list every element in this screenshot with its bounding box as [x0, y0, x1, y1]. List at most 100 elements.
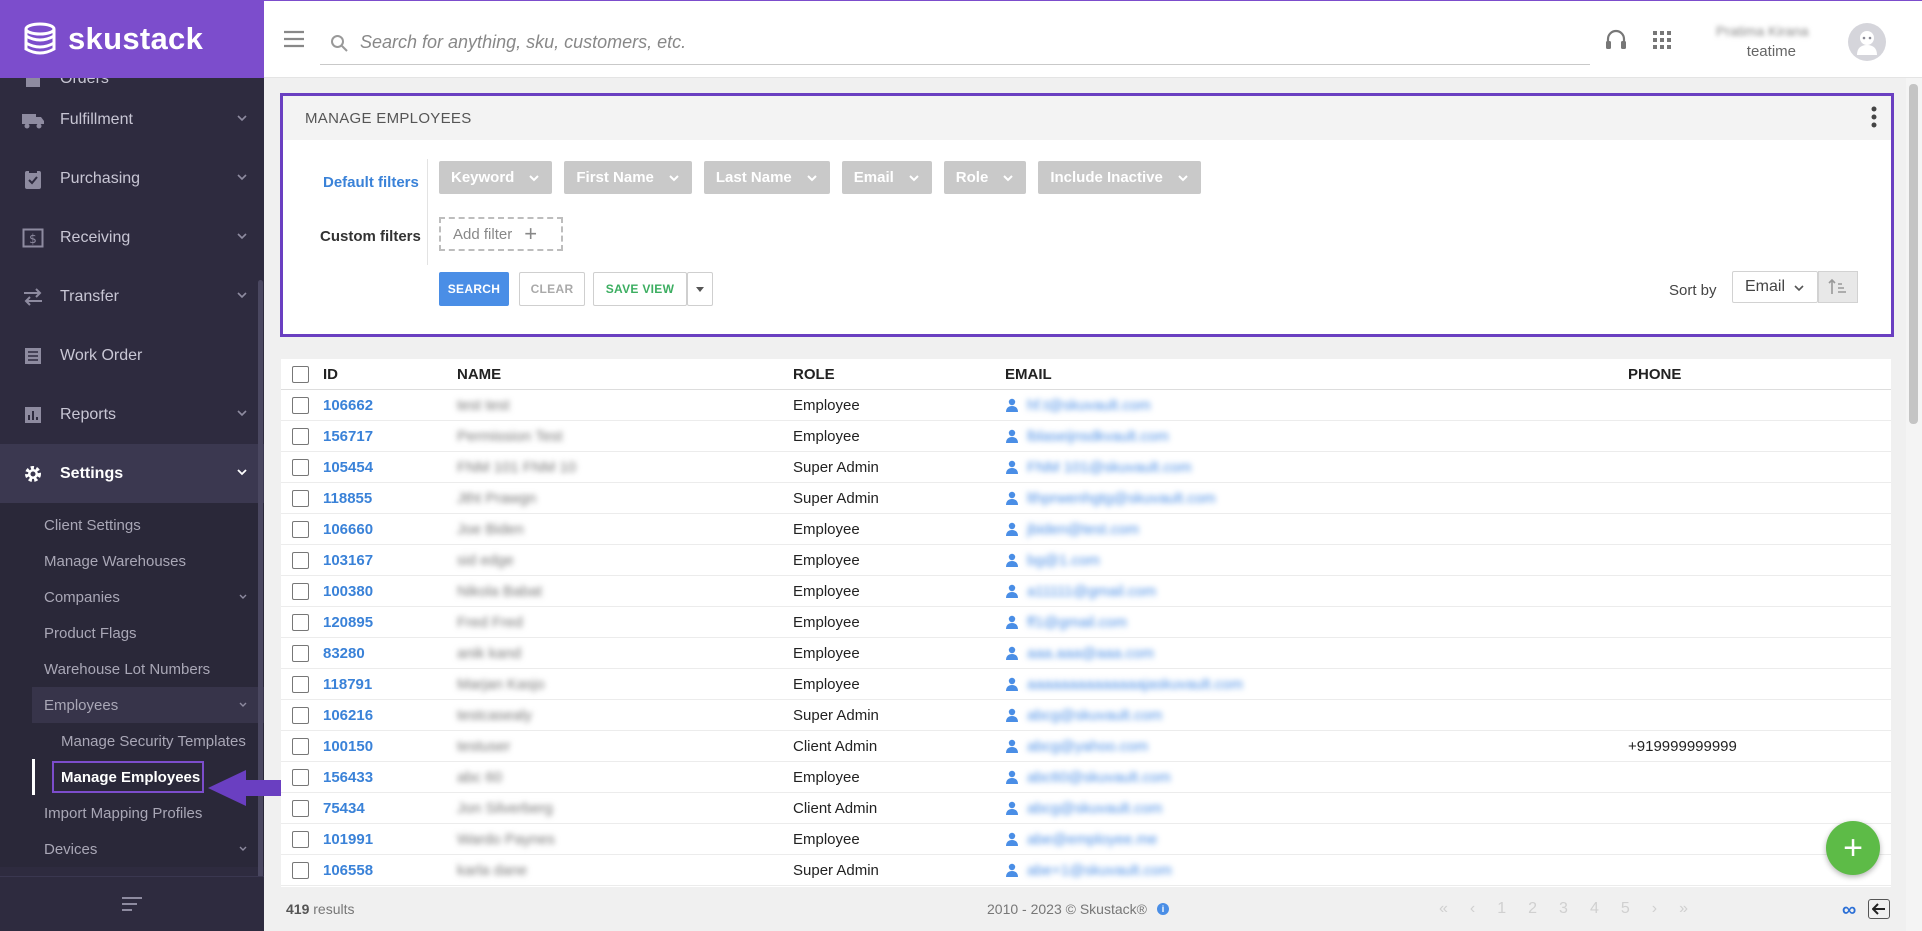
- sort-direction-button[interactable]: [1818, 271, 1858, 303]
- sidebar-item-manage-warehouses[interactable]: Manage Warehouses: [0, 543, 264, 579]
- sidebar-item-reports[interactable]: Reports: [0, 385, 264, 444]
- more-options-icon[interactable]: [1871, 106, 1877, 128]
- employee-email-link[interactable]: abe+1@skuvault.com: [1027, 862, 1172, 879]
- column-header-name[interactable]: NAME: [457, 366, 501, 383]
- next-page-icon[interactable]: ›: [1652, 900, 1657, 918]
- column-header-email[interactable]: EMAIL: [1005, 366, 1052, 383]
- employee-id-link[interactable]: 120895: [323, 614, 373, 631]
- employee-id-link[interactable]: 100150: [323, 738, 373, 755]
- save-view-button[interactable]: SAVE VIEW: [593, 272, 687, 306]
- table-row[interactable]: 75434 Jon Silverberg Client Admin abcg@skuv…: [281, 793, 1891, 824]
- avatar[interactable]: [1848, 23, 1886, 61]
- user-name[interactable]: Pratima Kirana: [1716, 23, 1809, 39]
- employee-email-link[interactable]: abe@employee.me: [1027, 831, 1157, 848]
- employee-email-link[interactable]: aaaaaaaaaaaaaajaskuvault.com: [1027, 676, 1243, 693]
- sidebar-item-devices[interactable]: Devices: [0, 831, 264, 867]
- select-all-checkbox[interactable]: [292, 365, 309, 383]
- row-checkbox[interactable]: [292, 861, 309, 879]
- back-arrow-icon[interactable]: [1868, 899, 1890, 919]
- sidebar-item-orders[interactable]: Orders: [0, 78, 264, 90]
- save-view-dropdown[interactable]: [687, 272, 713, 306]
- employee-email-link[interactable]: abc60@skuvault.com: [1027, 769, 1171, 786]
- employee-id-link[interactable]: 75434: [323, 800, 365, 817]
- employee-id-link[interactable]: 106558: [323, 862, 373, 879]
- search-button[interactable]: SEARCH: [439, 272, 509, 306]
- table-row[interactable]: 118791 Marjan Kasjo Employee aaaaaaaaaaaaaa…: [281, 669, 1891, 700]
- page-1[interactable]: 1: [1497, 900, 1506, 918]
- employee-email-link[interactable]: lthprwenhgtg@skuvault.com: [1027, 490, 1216, 507]
- row-checkbox[interactable]: [292, 737, 309, 755]
- employee-email-link[interactable]: abcg@skuvault.com: [1027, 800, 1162, 817]
- sidebar-item-fulfillment[interactable]: Fulfillment: [0, 90, 264, 149]
- employee-email-link[interactable]: FNM 101@skuvault.com: [1027, 459, 1191, 476]
- table-row[interactable]: 118855 Jtht Prawgn Super Admin lthprwenhgtg…: [281, 483, 1891, 514]
- default-filters-tab[interactable]: Default filters: [323, 174, 419, 191]
- clear-button[interactable]: CLEAR: [519, 272, 585, 306]
- filter-chip-last-name[interactable]: Last Name: [703, 161, 830, 194]
- sidebar-item-client-settings[interactable]: Client Settings: [0, 507, 264, 543]
- employee-id-link[interactable]: 156717: [323, 428, 373, 445]
- sidebar-item-work-order[interactable]: Work Order: [0, 326, 264, 385]
- row-checkbox[interactable]: [292, 675, 309, 693]
- table-row[interactable]: 106216 testcasealy Super Admin abcg@skuvaul…: [281, 700, 1891, 731]
- table-row[interactable]: 156717 Permission Test Employee lblaseijnsd…: [281, 421, 1891, 452]
- table-row[interactable]: 106660 Joe Biden Employee jbiden@test.com: [281, 514, 1891, 545]
- row-checkbox[interactable]: [292, 830, 309, 848]
- sidebar-item-employees[interactable]: Employees: [32, 687, 264, 723]
- row-checkbox[interactable]: [292, 644, 309, 662]
- sidebar-collapse[interactable]: [0, 876, 264, 931]
- employee-email-link[interactable]: aaa.aaa@aaa.com: [1027, 645, 1154, 662]
- infinite-scroll-icon[interactable]: ∞: [1842, 899, 1856, 922]
- sidebar-item-transfer[interactable]: Transfer: [0, 267, 264, 326]
- employee-id-link[interactable]: 83280: [323, 645, 365, 662]
- search-input[interactable]: [360, 32, 1560, 53]
- employee-email-link[interactable]: lblaseijnsdkvault.com: [1027, 428, 1169, 445]
- sidebar-item-companies[interactable]: Companies: [0, 579, 264, 615]
- employee-email-link[interactable]: ff1@gmail.com: [1027, 614, 1127, 631]
- table-row[interactable]: 106662 test test Employee hf.t@skuvault.com: [281, 390, 1891, 421]
- filter-chip-include-inactive[interactable]: Include Inactive: [1038, 161, 1201, 194]
- row-checkbox[interactable]: [292, 427, 309, 445]
- employee-id-link[interactable]: 106660: [323, 521, 373, 538]
- table-row[interactable]: 156433 abc 60 Employee abc60@skuvault.com: [281, 762, 1891, 793]
- column-header-role[interactable]: ROLE: [793, 366, 835, 383]
- row-checkbox[interactable]: [292, 582, 309, 600]
- employee-id-link[interactable]: 156433: [323, 769, 373, 786]
- page-2[interactable]: 2: [1528, 900, 1537, 918]
- employee-id-link[interactable]: 118855: [323, 490, 372, 507]
- table-row[interactable]: 103167 sid edge Employee bg@1.com: [281, 545, 1891, 576]
- row-checkbox[interactable]: [292, 799, 309, 817]
- table-row[interactable]: 100380 Nikola Babat Employee a11111@gmail.c…: [281, 576, 1891, 607]
- sidebar-item-product-flags[interactable]: Product Flags: [0, 615, 264, 651]
- table-row[interactable]: 120895 Fred Fred Employee ff1@gmail.com: [281, 607, 1891, 638]
- row-checkbox[interactable]: [292, 396, 309, 414]
- last-page-icon[interactable]: »: [1679, 900, 1688, 918]
- page-4[interactable]: 4: [1590, 900, 1599, 918]
- table-row[interactable]: 100150 testuser Client Admin abcg@yahoo.com…: [281, 731, 1891, 762]
- page-3[interactable]: 3: [1559, 900, 1568, 918]
- column-header-id[interactable]: ID: [323, 366, 338, 383]
- page-scrollbar[interactable]: [1906, 78, 1922, 931]
- table-row[interactable]: 101991 Wardo Paynes Employee abe@employee.m…: [281, 824, 1891, 855]
- table-row[interactable]: 105454 FNM 101 FNM 10 Super Admin FNM 101@s…: [281, 452, 1891, 483]
- headset-icon[interactable]: [1604, 29, 1628, 51]
- table-row[interactable]: 106558 karla dane Super Admin abe+1@skuvaul…: [281, 855, 1891, 886]
- employee-email-link[interactable]: hf.t@skuvault.com: [1027, 397, 1151, 414]
- employee-id-link[interactable]: 118791: [323, 676, 372, 693]
- employee-id-link[interactable]: 100380: [323, 583, 373, 600]
- user-tenant[interactable]: teatime: [1747, 43, 1796, 60]
- employee-email-link[interactable]: abcg@skuvault.com: [1027, 707, 1162, 724]
- row-checkbox[interactable]: [292, 613, 309, 631]
- filter-chip-first-name[interactable]: First Name: [564, 161, 692, 194]
- scrollbar-thumb[interactable]: [1909, 84, 1918, 424]
- employee-id-link[interactable]: 106662: [323, 397, 373, 414]
- employee-email-link[interactable]: bg@1.com: [1027, 552, 1100, 569]
- row-checkbox[interactable]: [292, 489, 309, 507]
- sidebar-item-warehouse-lot-numbers[interactable]: Warehouse Lot Numbers: [0, 651, 264, 687]
- sort-by-select[interactable]: Email: [1732, 271, 1818, 303]
- row-checkbox[interactable]: [292, 706, 309, 724]
- row-checkbox[interactable]: [292, 768, 309, 786]
- add-employee-button[interactable]: +: [1826, 821, 1880, 875]
- filter-chip-email[interactable]: Email: [841, 161, 932, 194]
- sidebar-item-purchasing[interactable]: Purchasing: [0, 149, 264, 208]
